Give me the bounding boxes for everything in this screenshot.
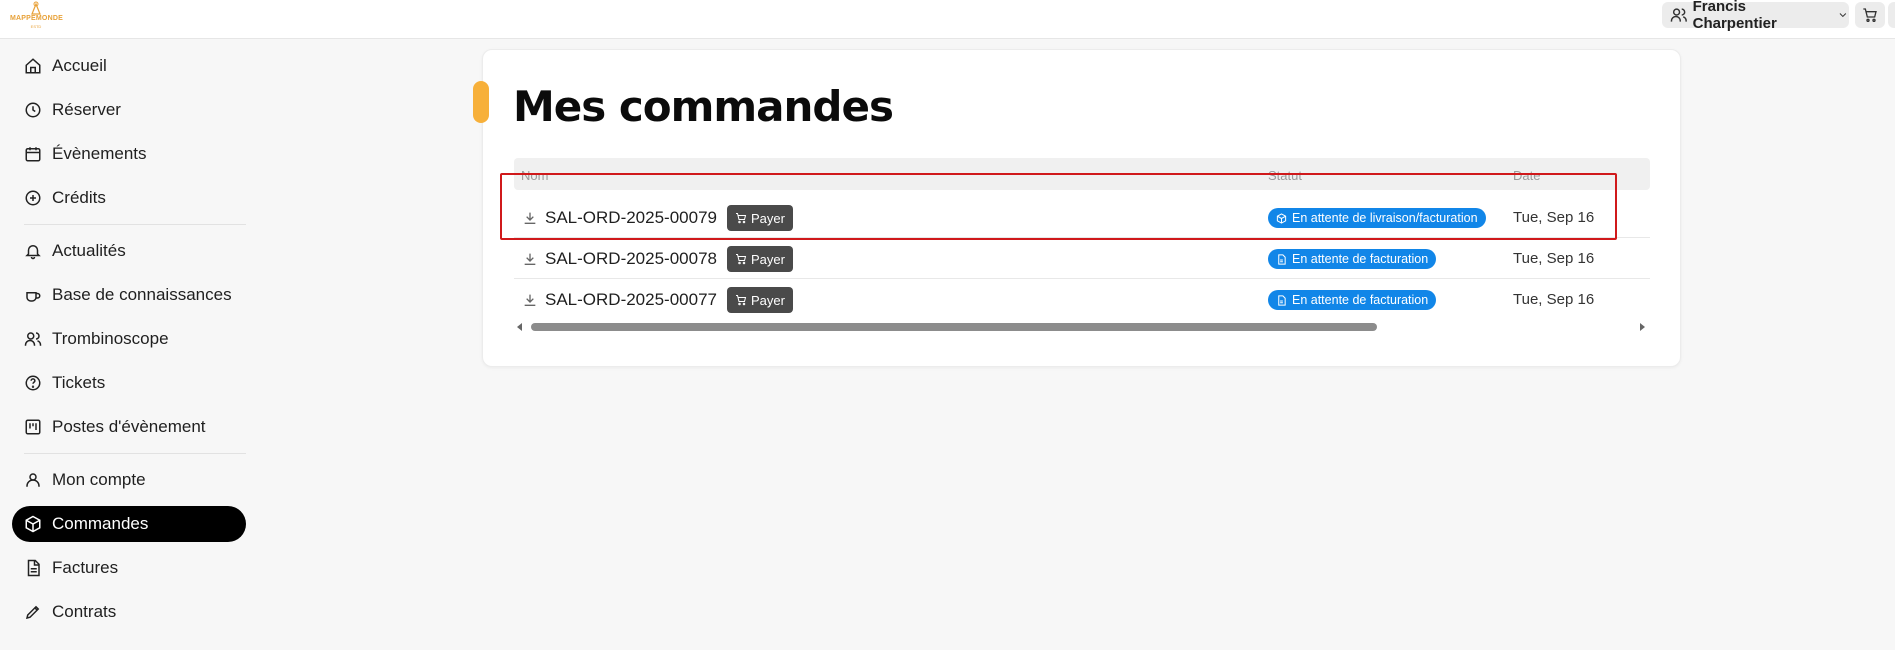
file-text-icon bbox=[27, 559, 40, 577]
cart-icon bbox=[736, 213, 747, 224]
status-label: En attente de facturation bbox=[1292, 252, 1429, 266]
scrollbar-thumb[interactable] bbox=[531, 323, 1377, 331]
cart-icon bbox=[1863, 8, 1877, 22]
user-menu-button[interactable]: Francis Charpentier bbox=[1662, 0, 1849, 32]
scroll-right-arrow-icon[interactable] bbox=[1640, 323, 1645, 331]
page-title: Mes commandes bbox=[513, 82, 894, 131]
clock-icon bbox=[25, 102, 41, 118]
pay-button[interactable]: Payer bbox=[727, 205, 793, 231]
cart-icon bbox=[736, 295, 747, 306]
brand-name: MAPPEMONDE bbox=[10, 15, 63, 22]
order-link[interactable]: SAL-ORD-2025-00077 bbox=[545, 290, 717, 310]
brand-sub: ESTD bbox=[30, 24, 42, 29]
pay-button[interactable]: Payer bbox=[727, 246, 793, 272]
sidebar-item-postes-evenement[interactable]: Postes d'évènement bbox=[12, 409, 246, 445]
bell-icon bbox=[25, 245, 41, 260]
file-icon bbox=[1278, 253, 1286, 265]
pay-button-label: Payer bbox=[751, 210, 785, 226]
sidebar-item-label: Accueil bbox=[52, 56, 107, 75]
coffee-icon bbox=[26, 292, 41, 302]
sidebar-item-trombinoscope[interactable]: Trombinoscope bbox=[12, 321, 246, 357]
sidebar-item-label: Évènements bbox=[52, 144, 147, 163]
top-bar: MAPPEMONDE ESTD Francis Charpentier bbox=[0, 0, 1895, 39]
table-row[interactable]: SAL-ORD-2025-00078 Payer En attente de f… bbox=[514, 239, 1650, 279]
pay-button[interactable]: Payer bbox=[727, 287, 793, 313]
users-icon bbox=[1670, 8, 1687, 22]
user-name: Francis Charpentier bbox=[1692, 0, 1777, 32]
plus-circle-icon bbox=[25, 190, 41, 206]
sidebar-item-label: Crédits bbox=[52, 188, 106, 207]
pen-icon bbox=[25, 605, 40, 620]
pay-button-label: Payer bbox=[751, 251, 785, 267]
kanban-icon bbox=[25, 419, 41, 435]
pay-button-label: Payer bbox=[751, 292, 785, 308]
sidebar-item-contrats[interactable]: Contrats bbox=[12, 594, 246, 630]
brand-logo[interactable]: MAPPEMONDE ESTD bbox=[10, 0, 63, 32]
sidebar-item-label: Base de connaissances bbox=[52, 285, 232, 304]
cart-icon bbox=[736, 254, 747, 265]
column-header-date[interactable]: Date bbox=[1513, 168, 1540, 183]
table-horizontal-scrollbar[interactable] bbox=[514, 320, 1650, 334]
sidebar-item-label: Commandes bbox=[52, 514, 149, 533]
sidebar-item-label: Trombinoscope bbox=[52, 329, 169, 348]
table-row[interactable]: SAL-ORD-2025-00079 Payer En attente de l… bbox=[514, 198, 1650, 238]
download-icon[interactable] bbox=[522, 292, 538, 308]
sidebar-item-actualites[interactable]: Actualités bbox=[12, 233, 246, 269]
file-icon bbox=[1278, 294, 1286, 306]
sidebar-item-label: Tickets bbox=[52, 373, 106, 392]
logo-mark-icon bbox=[31, 1, 41, 15]
order-link[interactable]: SAL-ORD-2025-00079 bbox=[545, 208, 717, 228]
sidebar-item-tickets[interactable]: Tickets bbox=[12, 365, 246, 401]
calendar-icon bbox=[25, 147, 41, 162]
status-label: En attente de livraison/facturation bbox=[1292, 211, 1478, 225]
sidebar-item-base-connaissances[interactable]: Base de connaissances bbox=[12, 277, 246, 313]
download-icon[interactable] bbox=[522, 251, 538, 267]
package-icon bbox=[1276, 212, 1287, 224]
users-icon bbox=[24, 332, 42, 346]
order-date: Tue, Sep 16 bbox=[1513, 209, 1595, 226]
download-icon[interactable] bbox=[522, 210, 538, 226]
sidebar-item-label: Mon compte bbox=[52, 470, 146, 489]
sidebar-item-label: Réserver bbox=[52, 100, 121, 119]
sidebar-divider bbox=[24, 224, 246, 225]
sidebar-item-commandes[interactable]: Commandes bbox=[12, 506, 246, 542]
sidebar-item-label: Factures bbox=[52, 558, 119, 577]
sidebar-item-label: Postes d'évènement bbox=[52, 417, 206, 436]
chevron-down-icon bbox=[1839, 13, 1847, 18]
sidebar-item-mon-compte[interactable]: Mon compte bbox=[12, 462, 246, 498]
column-header-name[interactable]: Nom bbox=[521, 168, 548, 183]
sidebar-divider bbox=[24, 453, 246, 454]
help-circle-icon bbox=[25, 375, 41, 391]
order-date: Tue, Sep 16 bbox=[1513, 291, 1595, 308]
status-badge: En attente de livraison/facturation bbox=[1268, 208, 1486, 228]
extra-header-button[interactable] bbox=[1888, 2, 1895, 28]
column-header-status[interactable]: Statut bbox=[1268, 168, 1302, 183]
sidebar-item-label: Actualités bbox=[52, 241, 126, 260]
sidebar-item-evenements[interactable]: Évènements bbox=[12, 136, 246, 172]
sidebar-item-reserver[interactable]: Réserver bbox=[12, 92, 246, 128]
status-badge: En attente de facturation bbox=[1268, 290, 1437, 310]
sidebar-item-label: Contrats bbox=[52, 602, 117, 621]
user-icon bbox=[26, 473, 40, 487]
table-row[interactable]: SAL-ORD-2025-00077 Payer En attente de f… bbox=[514, 280, 1650, 320]
cart-button[interactable] bbox=[1855, 2, 1885, 28]
sidebar-item-credits[interactable]: Crédits bbox=[12, 180, 246, 216]
sidebar-item-accueil[interactable]: Accueil bbox=[12, 48, 246, 84]
title-accent-bar bbox=[473, 81, 489, 123]
scroll-left-arrow-icon[interactable] bbox=[517, 323, 522, 331]
status-badge: En attente de facturation bbox=[1268, 249, 1437, 269]
package-icon bbox=[25, 515, 41, 533]
order-date: Tue, Sep 16 bbox=[1513, 250, 1595, 267]
home-icon bbox=[25, 58, 41, 74]
table-header bbox=[514, 158, 1650, 190]
status-label: En attente de facturation bbox=[1292, 293, 1429, 307]
sidebar-item-factures[interactable]: Factures bbox=[12, 550, 246, 586]
order-link[interactable]: SAL-ORD-2025-00078 bbox=[545, 249, 717, 269]
